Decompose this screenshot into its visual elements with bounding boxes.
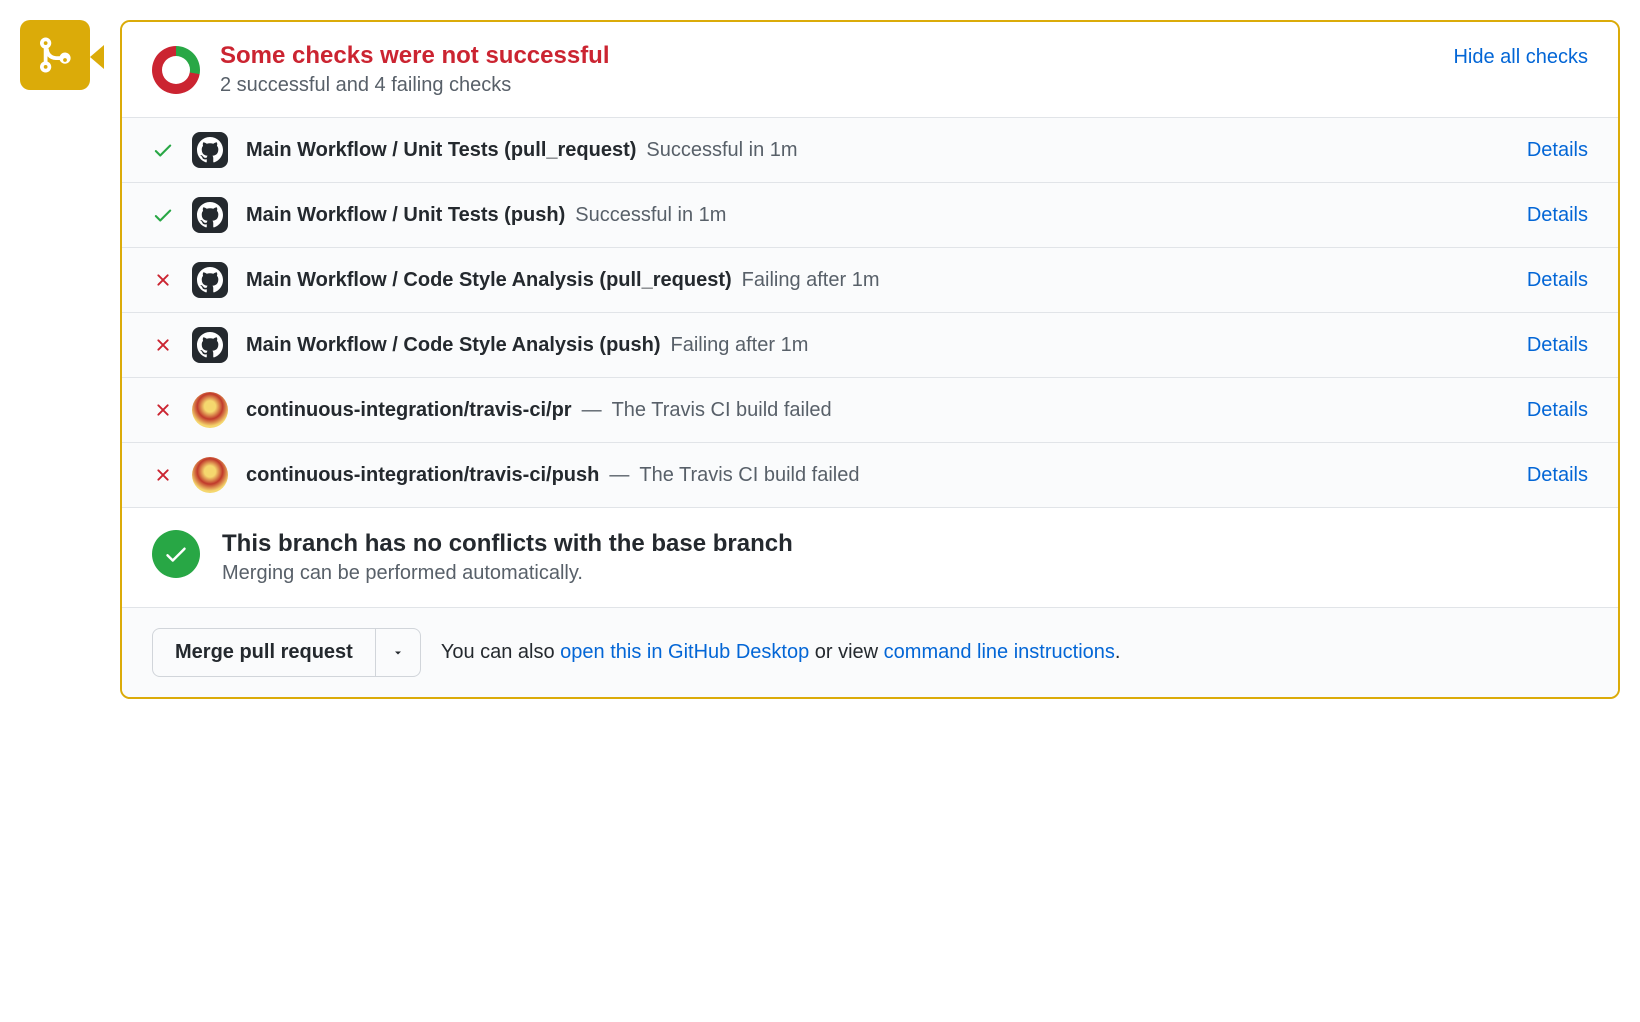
check-success-icon [152,204,174,226]
check-message: Failing after 1m [742,269,880,292]
check-name: Main Workflow / Code Style Analysis (pus… [246,334,661,357]
merge-button-group: Merge pull request [152,628,421,677]
travis-avatar-icon [192,392,228,428]
check-failure-icon [152,399,174,421]
merge-options-dropdown-button[interactable] [376,628,421,677]
check-failure-icon [152,269,174,291]
git-merge-icon [35,35,75,75]
success-check-icon [152,530,200,578]
check-failure-icon [152,464,174,486]
checks-subline: 2 successful and 4 failing checks [220,74,1433,97]
check-row: Main Workflow / Code Style Analysis (pul… [122,248,1618,313]
check-row: Main Workflow / Code Style Analysis (pus… [122,313,1618,378]
dash-separator: — [582,399,602,422]
check-failure-icon [152,334,174,356]
conflict-status-section: This branch has no conflicts with the ba… [122,507,1618,607]
merge-pull-request-button[interactable]: Merge pull request [152,628,376,677]
open-github-desktop-link[interactable]: open this in GitHub Desktop [560,641,809,663]
check-message: The Travis CI build failed [639,464,859,487]
check-text: continuous-integration/travis-ci/push — Th… [246,464,1509,487]
check-text: Main Workflow / Code Style Analysis (pus… [246,334,1509,357]
check-name: continuous-integration/travis-ci/pr [246,399,572,422]
check-message: Failing after 1m [671,334,809,357]
check-message: The Travis CI build failed [612,399,832,422]
check-row: continuous-integration/travis-ci/pr — The … [122,378,1618,443]
check-success-icon [152,139,174,161]
github-avatar-icon [192,197,228,233]
check-name: Main Workflow / Code Style Analysis (pul… [246,269,732,292]
check-name: continuous-integration/travis-ci/push [246,464,599,487]
check-name: Main Workflow / Unit Tests (pull_request… [246,139,636,162]
check-text: Main Workflow / Code Style Analysis (pul… [246,269,1509,292]
hide-checks-link[interactable]: Hide all checks [1453,46,1588,69]
checks-headline: Some checks were not successful [220,42,1433,70]
check-message: Successful in 1m [575,204,726,227]
github-avatar-icon [192,132,228,168]
check-text: continuous-integration/travis-ci/pr — The … [246,399,1509,422]
check-message: Successful in 1m [646,139,797,162]
check-row: Main Workflow / Unit Tests (pull_request… [122,118,1618,183]
merge-timeline-badge [20,20,90,90]
check-details-link[interactable]: Details [1527,464,1588,487]
check-text: Main Workflow / Unit Tests (push) Success… [246,204,1509,227]
dash-separator: — [609,464,629,487]
check-details-link[interactable]: Details [1527,269,1588,292]
check-details-link[interactable]: Details [1527,139,1588,162]
checks-header: Some checks were not successful 2 succes… [122,22,1618,117]
conflict-title: This branch has no conflicts with the ba… [222,530,793,558]
merge-action-section: Merge pull request You can also open thi… [122,607,1618,697]
check-name: Main Workflow / Unit Tests (push) [246,204,565,227]
check-details-link[interactable]: Details [1527,334,1588,357]
check-details-link[interactable]: Details [1527,204,1588,227]
check-row: Main Workflow / Unit Tests (push) Success… [122,183,1618,248]
merge-status-box: Some checks were not successful 2 succes… [120,20,1620,699]
conflict-subtitle: Merging can be performed automatically. [222,562,793,585]
check-row: continuous-integration/travis-ci/push — Th… [122,443,1618,507]
github-avatar-icon [192,262,228,298]
merge-hint-text: You can also open this in GitHub Desktop… [441,641,1121,664]
github-avatar-icon [192,327,228,363]
travis-avatar-icon [192,457,228,493]
check-text: Main Workflow / Unit Tests (pull_request… [246,139,1509,162]
command-line-instructions-link[interactable]: command line instructions [884,641,1115,663]
checks-list: Main Workflow / Unit Tests (pull_request… [122,117,1618,507]
caret-down-icon [392,647,404,659]
status-donut-icon [152,46,200,94]
check-details-link[interactable]: Details [1527,399,1588,422]
